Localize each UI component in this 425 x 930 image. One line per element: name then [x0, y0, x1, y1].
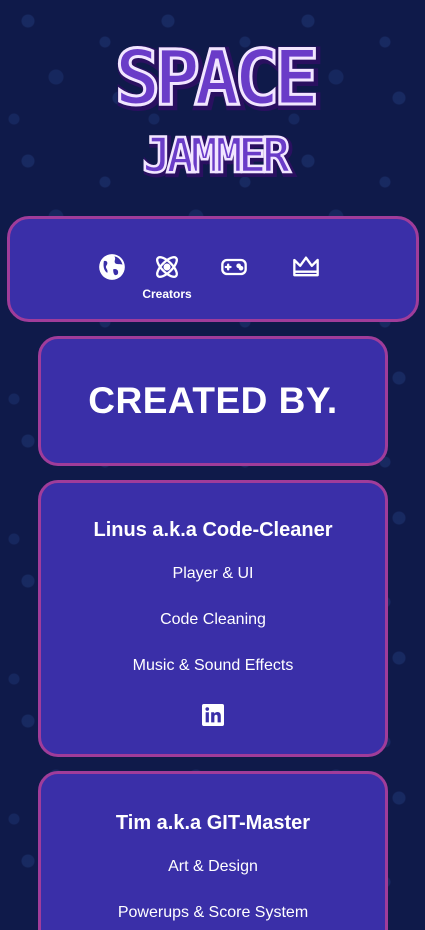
creator-role: Powerups & Score System	[117, 904, 309, 921]
svg-text:SPACE: SPACE	[115, 33, 315, 122]
crown-icon	[293, 256, 319, 277]
creator-card-linus: Linus a.k.a Code-Cleaner Player & UI Cod…	[38, 480, 388, 757]
gamepad-icon	[221, 258, 247, 276]
page-title: CREATED BY.	[88, 380, 338, 421]
nav-game[interactable]	[210, 253, 258, 313]
creator-role: Code Cleaning	[160, 611, 266, 628]
creator-role: Music & Sound Effects	[132, 657, 294, 674]
creator-card-tim: Tim a.k.a GIT-Master Art & Design Poweru…	[38, 771, 388, 930]
created-by-card: CREATED BY.	[38, 336, 388, 466]
linkedin-icon[interactable]	[202, 704, 224, 726]
creator-name: Linus a.k.a Code-Cleaner	[93, 519, 333, 541]
nav-creators[interactable]: Creators	[142, 253, 192, 313]
nav-home[interactable]	[88, 253, 136, 313]
creator-name: Tim a.k.a GIT-Master	[115, 812, 311, 834]
atom-icon	[156, 256, 178, 278]
space-jammer-logo: SPACE SPACE JAMMER JAMMER	[113, 31, 323, 178]
nav-highscores[interactable]	[282, 253, 330, 313]
globe-icon	[99, 254, 125, 280]
creator-role: Art & Design	[168, 858, 258, 875]
svg-text:JAMMER: JAMMER	[142, 128, 290, 178]
nav-bar: Creators	[7, 216, 419, 322]
creator-role: Player & UI	[172, 565, 254, 582]
nav-label-creators: Creators	[142, 287, 192, 301]
